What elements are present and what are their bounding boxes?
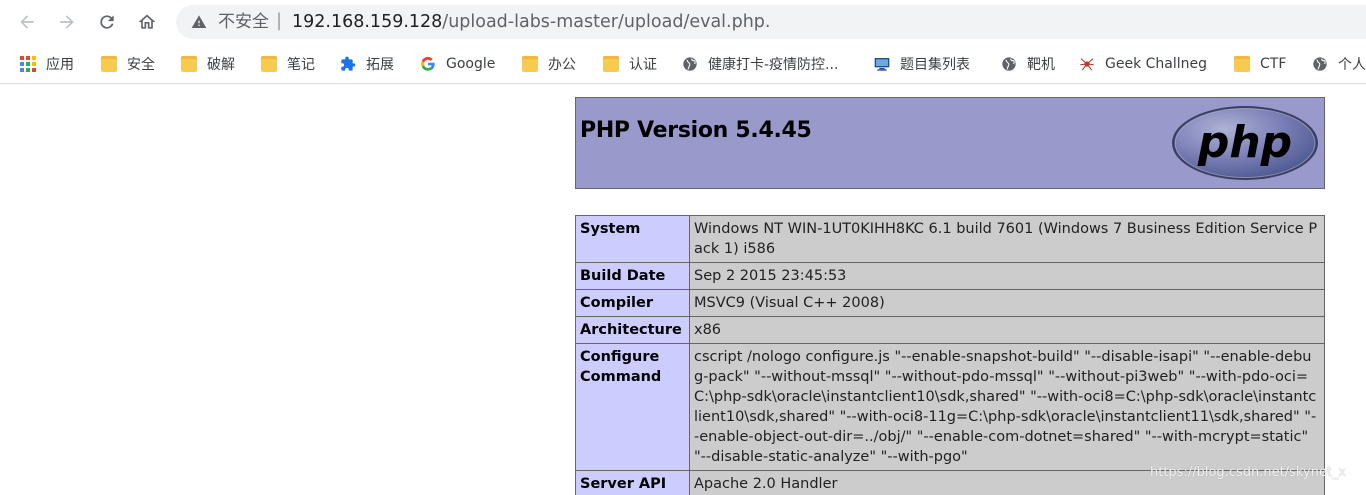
bookmark-label: 健康打卡-疫情防控... bbox=[708, 57, 839, 73]
bookmark-label: 题目集列表 bbox=[900, 57, 970, 73]
folder-icon bbox=[603, 56, 619, 72]
table-row: Build Date Sep 2 2015 23:45:53 bbox=[575, 262, 1325, 290]
info-value: cscript /nologo configure.js "--enable-s… bbox=[689, 343, 1325, 471]
php-info-header: PHP Version 5.4.45 php bbox=[575, 97, 1325, 189]
bookmark-problem-list[interactable]: 题目集列表 bbox=[874, 44, 970, 84]
back-button[interactable] bbox=[13, 8, 41, 36]
info-key: Server API bbox=[575, 470, 690, 495]
folder-icon bbox=[1234, 56, 1250, 72]
monitor-icon bbox=[874, 58, 890, 71]
bookmark-apps[interactable]: 应用 bbox=[20, 44, 74, 84]
puzzle-icon bbox=[341, 56, 356, 71]
bookmark-label: 认证 bbox=[629, 57, 657, 73]
spider-icon bbox=[1080, 58, 1094, 71]
php-info-header-wrap: PHP Version 5.4.45 php bbox=[575, 97, 1325, 189]
apps-grid-icon bbox=[20, 56, 36, 72]
security-label[interactable]: 不安全 bbox=[218, 12, 269, 32]
info-value: Windows NT WIN-1UT0KIHH8KC 6.1 build 760… bbox=[689, 215, 1325, 263]
bookmark-folder-crack[interactable]: 破解 bbox=[181, 44, 235, 84]
bookmarks-bar: 应用 安全 破解 笔记 拓展 Google 办公 认证 健康打卡-疫情防控... bbox=[0, 44, 1366, 84]
info-value: Sep 2 2015 23:45:53 bbox=[689, 262, 1325, 290]
address-bar[interactable]: 不安全 | 192.168.159.128/upload-labs-master… bbox=[176, 5, 1366, 39]
php-version-title: PHP Version 5.4.45 bbox=[580, 118, 812, 143]
google-icon bbox=[421, 56, 435, 71]
bookmark-google[interactable]: Google bbox=[420, 44, 495, 84]
bookmark-target-machine[interactable]: 靶机 bbox=[1001, 44, 1055, 84]
forward-button[interactable] bbox=[53, 8, 81, 36]
arrow-left-icon bbox=[20, 15, 34, 29]
bookmark-label: 应用 bbox=[46, 57, 74, 73]
bookmark-label: 靶机 bbox=[1027, 57, 1055, 73]
bookmark-personal[interactable]: 个人 bbox=[1312, 44, 1366, 84]
info-key: System bbox=[575, 215, 690, 263]
url-host: 192.168.159.128 bbox=[292, 12, 443, 32]
bookmark-health-checkin[interactable]: 健康打卡-疫情防控... bbox=[682, 44, 838, 84]
address-separator: | bbox=[276, 10, 283, 31]
bookmark-label: 办公 bbox=[548, 57, 576, 73]
url-path: /upload-labs-master/upload/eval.php. bbox=[442, 12, 771, 32]
bookmark-label: Google bbox=[446, 56, 496, 72]
home-button[interactable] bbox=[133, 8, 161, 36]
globe-icon bbox=[1313, 57, 1327, 71]
bookmark-label: 笔记 bbox=[287, 57, 315, 73]
php-info-table: System Windows NT WIN-1UT0KIHH8KC 6.1 bu… bbox=[575, 215, 1325, 495]
reload-icon bbox=[100, 15, 114, 29]
browser-toolbar: 不安全 | 192.168.159.128/upload-labs-master… bbox=[0, 0, 1366, 44]
reload-button[interactable] bbox=[93, 8, 121, 36]
folder-icon bbox=[181, 56, 197, 72]
bookmark-folder-notes[interactable]: 笔记 bbox=[261, 44, 315, 84]
bookmark-folder-security[interactable]: 安全 bbox=[101, 44, 155, 84]
bookmark-label: 拓展 bbox=[366, 57, 394, 73]
info-value: x86 bbox=[689, 316, 1325, 344]
php-logo-text: php bbox=[1197, 117, 1292, 168]
php-logo-icon[interactable]: php bbox=[1170, 104, 1320, 182]
bookmark-label: 安全 bbox=[127, 57, 155, 73]
table-row: Configure Command cscript /nologo config… bbox=[575, 343, 1325, 471]
bookmark-folder-ctf[interactable]: CTF bbox=[1234, 44, 1286, 84]
info-value: MSVC9 (Visual C++ 2008) bbox=[689, 289, 1325, 317]
info-key: Architecture bbox=[575, 316, 690, 344]
bookmark-folder-office[interactable]: 办公 bbox=[522, 44, 576, 84]
info-key: Configure Command bbox=[575, 343, 690, 471]
info-key: Build Date bbox=[575, 262, 690, 290]
folder-icon bbox=[522, 56, 538, 72]
watermark: https://blog.csdn.net/skynet_x bbox=[1150, 465, 1347, 480]
bookmark-extensions[interactable]: 拓展 bbox=[340, 44, 394, 84]
bookmark-folder-auth[interactable]: 认证 bbox=[603, 44, 657, 84]
table-row: Architecture x86 bbox=[575, 316, 1325, 344]
bookmark-geek-challenge[interactable]: Geek Challneg bbox=[1079, 44, 1207, 84]
table-row: Compiler MSVC9 (Visual C++ 2008) bbox=[575, 289, 1325, 317]
warning-icon[interactable] bbox=[191, 14, 207, 30]
home-icon bbox=[138, 14, 156, 29]
url-text[interactable]: 192.168.159.128/upload-labs-master/uploa… bbox=[292, 12, 770, 32]
bookmark-label: 个人 bbox=[1338, 57, 1366, 73]
folder-icon bbox=[101, 56, 117, 72]
bookmark-label: Geek Challneg bbox=[1105, 56, 1208, 72]
bookmark-label: CTF bbox=[1260, 56, 1287, 72]
folder-icon bbox=[261, 56, 277, 72]
globe-icon bbox=[683, 57, 697, 71]
table-row: System Windows NT WIN-1UT0KIHH8KC 6.1 bu… bbox=[575, 215, 1325, 263]
bookmark-label: 破解 bbox=[207, 57, 235, 73]
globe-icon bbox=[1002, 57, 1016, 71]
info-key: Compiler bbox=[575, 289, 690, 317]
arrow-right-icon bbox=[60, 15, 74, 29]
